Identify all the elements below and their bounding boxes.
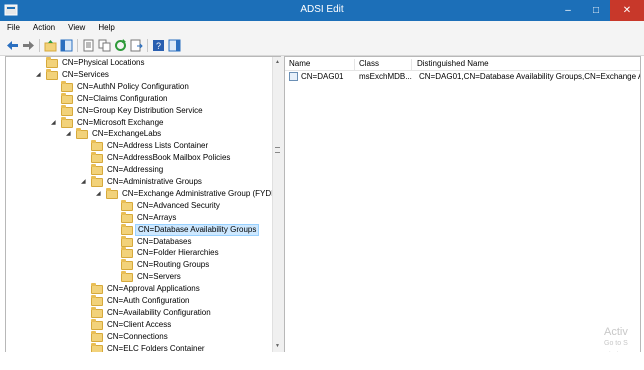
tree-node-label: CN=Exchange Administrative Group (FYDIBO: [122, 188, 282, 198]
folder-icon: [46, 57, 58, 68]
folder-icon: [91, 306, 103, 318]
menu-bar: File Action View Help: [0, 21, 644, 36]
tree-node-label: CN=Arrays: [137, 212, 177, 222]
watermark-line-2: Go to S: [604, 340, 628, 347]
tree-node-label: CN=Administrative Groups: [107, 177, 202, 186]
refresh-icon[interactable]: [114, 39, 127, 52]
tree-node-label: CN=Servers: [137, 272, 181, 282]
export-list-icon[interactable]: [130, 39, 143, 52]
folder-icon: [91, 176, 103, 187]
console-tree-pane[interactable]: CN=Physical Locations ◢ CN=Services CN=Auth…: [5, 56, 282, 354]
tree-node-label: CN=Connections: [107, 331, 168, 341]
list-header: Name Class Distinguished Name: [285, 57, 640, 71]
folder-icon: [121, 199, 133, 211]
menu-file[interactable]: File: [0, 21, 26, 32]
folder-icon: [91, 283, 103, 295]
folder-icon: [121, 223, 133, 235]
folder-icon: [91, 318, 103, 330]
folder-icon: [91, 330, 103, 342]
folder-icon: [76, 128, 88, 140]
tree-node-label: CN=Databases: [137, 236, 192, 246]
tree-node-label: CN=Availability Configuration: [107, 307, 211, 317]
toolbar-separator: [147, 39, 148, 52]
folder-icon: [91, 164, 103, 176]
folder-icon: [121, 247, 133, 259]
tree-node-label: CN=Routing Groups: [137, 260, 210, 270]
minimize-button[interactable]: –: [554, 0, 582, 21]
tree-node-label: CN=Physical Locations: [62, 58, 145, 67]
toolbar-separator: [39, 39, 40, 52]
results-pane[interactable]: Name Class Distinguished Name CN=DAG01 m…: [284, 56, 641, 354]
svg-text:?: ?: [156, 41, 161, 51]
tree-node-label: CN=Auth Configuration: [107, 296, 190, 305]
console-tree-icon[interactable]: [60, 39, 73, 52]
folder-icon: [61, 80, 73, 92]
window-title: ADSI Edit: [300, 4, 344, 15]
help-icon[interactable]: ?: [152, 39, 165, 52]
tree-node-label: CN=Folder Hierarchies: [137, 248, 219, 258]
folder-icon: [121, 259, 133, 271]
menu-view[interactable]: View: [61, 21, 91, 32]
scroll-thumb-grip[interactable]: [275, 147, 280, 153]
directory-object-icon: [289, 72, 298, 81]
tree-node-label: CN=Addressing: [107, 165, 164, 175]
folder-icon: [121, 235, 133, 247]
forward-arrow-icon[interactable]: [22, 39, 35, 52]
copy-icon[interactable]: [98, 39, 111, 52]
folder-icon: [121, 211, 133, 223]
folder-icon: [121, 271, 133, 283]
expand-collapse-arrow-icon[interactable]: ◢: [36, 69, 44, 81]
tree-node-label: CN=AuthN Policy Configuration: [77, 81, 189, 91]
tree-node-label: CN=Services: [62, 69, 109, 79]
show-hide-action-pane-icon[interactable]: [168, 39, 181, 52]
expand-collapse-arrow-icon[interactable]: ◢: [66, 128, 74, 140]
tree-node-label: CN=Advanced Security: [137, 200, 220, 210]
expand-collapse-arrow-icon[interactable]: ◢: [96, 188, 104, 200]
expand-collapse-arrow-icon[interactable]: ◢: [51, 117, 59, 129]
maximize-button[interactable]: □: [582, 0, 610, 21]
list-item-name: CN=DAG01: [301, 72, 344, 81]
tree-node-label: CN=Claims Configuration: [77, 93, 168, 103]
column-header-class[interactable]: Class: [355, 59, 412, 70]
tree-node-label: CN=Approval Applications: [107, 284, 200, 294]
folder-icon: [61, 104, 73, 116]
close-button[interactable]: ✕: [610, 0, 644, 21]
tree-node-label: CN=Database Availability Groups: [135, 223, 260, 236]
folder-icon: [46, 68, 58, 80]
toolbar: ?: [0, 36, 644, 56]
list-item-class: msExchMDB...: [359, 72, 412, 81]
column-header-distinguished-name[interactable]: Distinguished Name: [413, 59, 639, 70]
toolbar-separator: [77, 39, 78, 52]
list-item[interactable]: CN=DAG01 msExchMDB... CN=DAG01,CN=Databa…: [285, 71, 640, 83]
folder-icon: [106, 187, 118, 199]
expand-collapse-arrow-icon[interactable]: ◢: [81, 176, 89, 188]
tree-node-label: CN=Address Lists Container: [107, 141, 209, 151]
title-bar: ADSI Edit – □ ✕: [0, 0, 644, 21]
tree-node-label: CN=AddressBook Mailbox Policies: [107, 153, 231, 163]
back-arrow-icon[interactable]: [6, 39, 19, 52]
list-item-distinguished-name: CN=DAG01,CN=Database Availability Groups…: [419, 72, 640, 81]
folder-icon: [91, 140, 103, 152]
folder-icon: [91, 295, 103, 306]
scroll-up-arrow-icon[interactable]: ▲: [275, 59, 280, 65]
column-header-name[interactable]: Name: [285, 59, 355, 70]
tree-node-label: CN=Client Access: [107, 319, 172, 329]
window-bottom-frame: [0, 352, 644, 370]
menu-help[interactable]: Help: [91, 21, 120, 32]
watermark-line-1: Activ: [604, 326, 628, 338]
scroll-down-arrow-icon[interactable]: ▼: [275, 343, 280, 349]
folder-icon: [61, 92, 73, 104]
folder-icon: [61, 116, 73, 128]
menu-action[interactable]: Action: [26, 21, 61, 32]
tree-node-label: CN=Group Key Distribution Service: [77, 105, 203, 115]
properties-icon[interactable]: [82, 39, 95, 52]
up-folder-icon[interactable]: [44, 39, 57, 52]
tree-node-label: CN=ExchangeLabs: [92, 129, 162, 139]
tree-node-label: CN=Microsoft Exchange: [77, 117, 164, 127]
folder-icon: [91, 152, 103, 164]
